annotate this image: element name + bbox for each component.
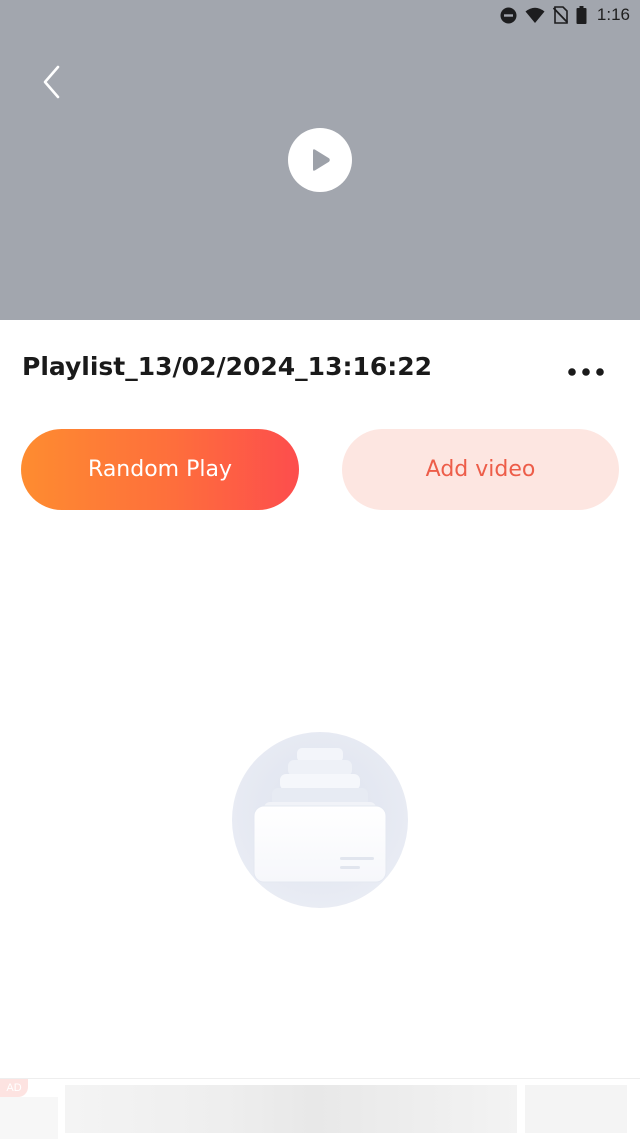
random-play-button[interactable]: Random Play (21, 429, 299, 510)
no-sim-icon (552, 6, 568, 24)
empty-box-icon (232, 732, 408, 908)
play-button[interactable] (288, 128, 352, 192)
ad-content[interactable] (65, 1085, 517, 1133)
do-not-disturb-icon (500, 7, 517, 23)
ad-banner[interactable]: AD (0, 1078, 640, 1139)
chevron-left-icon (43, 65, 60, 99)
battery-icon (576, 6, 587, 24)
more-options-button[interactable] (560, 356, 612, 388)
ad-thumbnail[interactable] (0, 1097, 58, 1139)
playlist-title-row: Playlist_13/02/2024_13:16:22 (0, 340, 640, 402)
play-icon (313, 149, 330, 171)
back-button[interactable] (32, 60, 72, 104)
wifi-icon (525, 7, 545, 23)
playlist-title: Playlist_13/02/2024_13:16:22 (22, 352, 433, 381)
more-horizontal-icon (568, 368, 604, 376)
status-time: 1:16 (596, 5, 630, 24)
ad-badge: AD (0, 1079, 28, 1097)
ad-action[interactable] (525, 1085, 627, 1133)
add-video-button[interactable]: Add video (342, 429, 619, 510)
video-header: 1:16 (0, 0, 640, 320)
status-bar: 1:16 (500, 0, 640, 30)
